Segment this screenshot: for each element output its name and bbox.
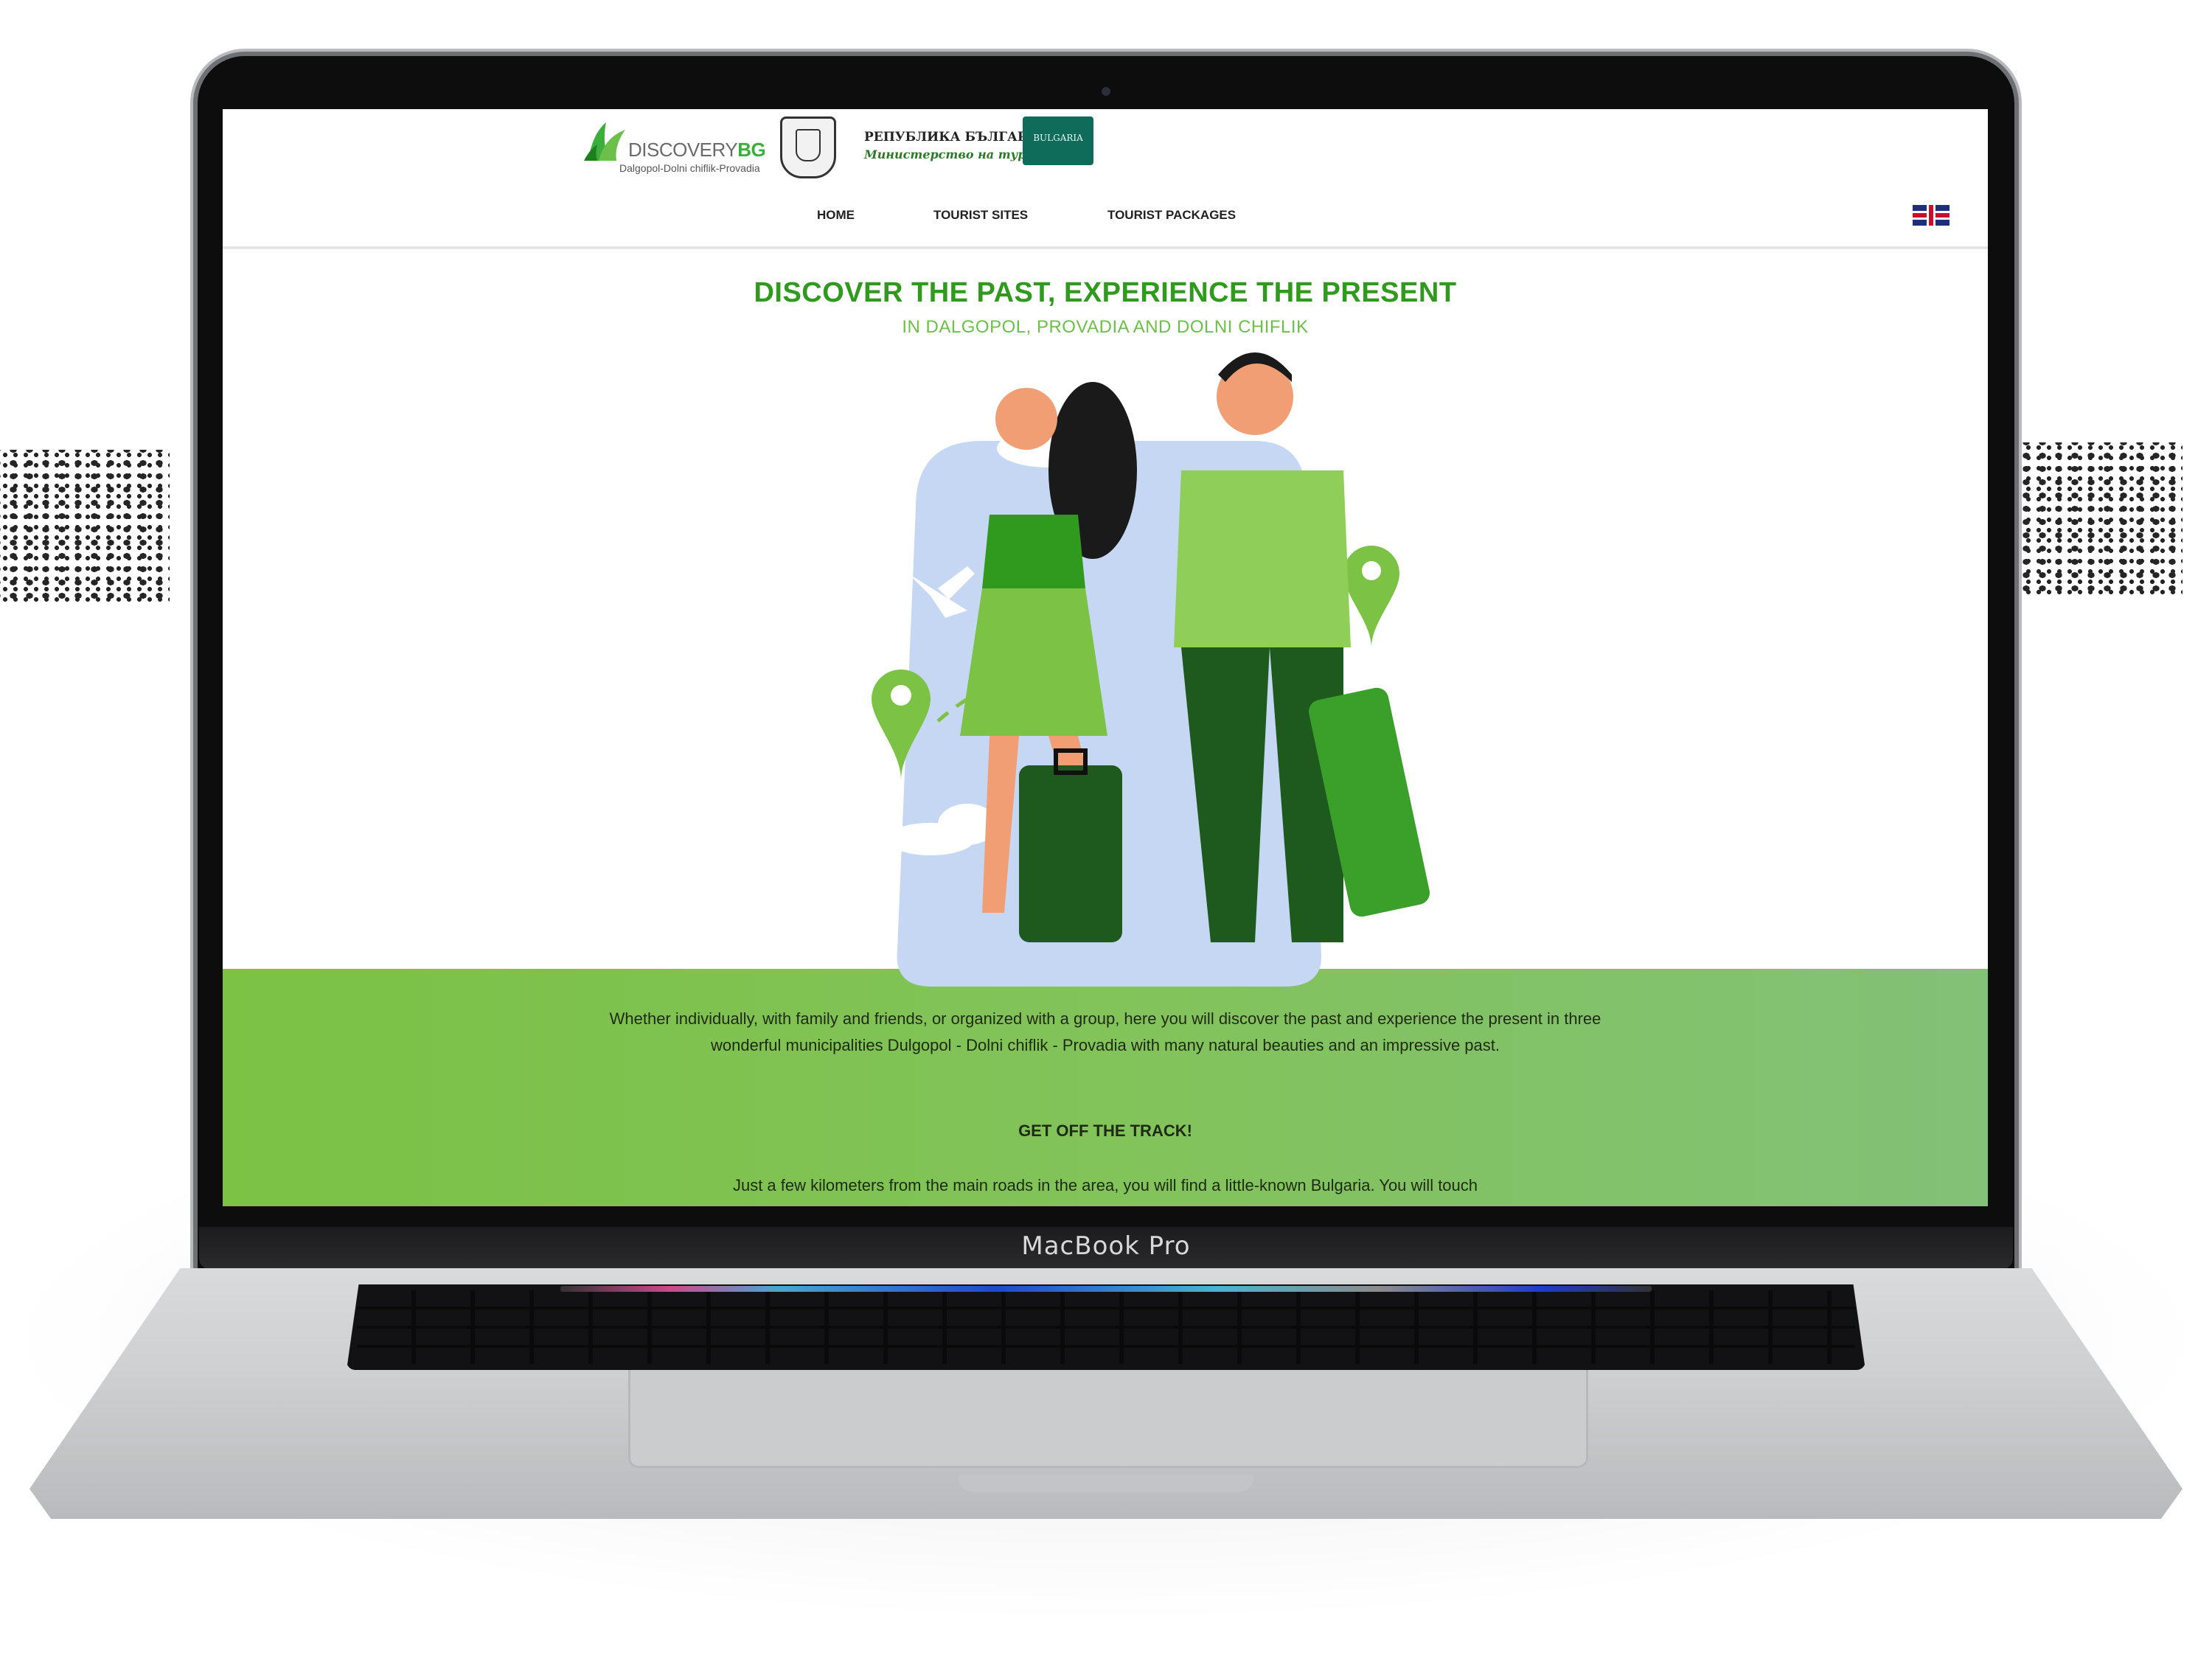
location-pin-icon [1343, 546, 1399, 647]
hero-subtitle: IN DALGOPOL, PROVADIA AND DOLNI CHIFLIK [902, 317, 1309, 337]
section-heading: GET OFF THE TRACK! [1018, 1121, 1192, 1140]
decorative-pixels-left [0, 450, 170, 605]
base-notch [959, 1475, 1253, 1492]
hero-title: DISCOVER THE PAST, EXPERIENCE THE PRESEN… [754, 277, 1457, 308]
travelers-illustration [872, 352, 1430, 987]
uk-flag-icon[interactable] [1913, 205, 1950, 226]
site-header: DISCOVERYBG Dalgopol-Dolni chiflik-Prova… [223, 109, 1988, 249]
browser-screen: DISCOVERYBG Dalgopol-Dolni chiflik-Prova… [223, 109, 1988, 1206]
suitcase-icon [1019, 765, 1122, 942]
bulgaria-tourism-badge: BULGARIA [1023, 116, 1093, 165]
nav-tourist-packages[interactable]: TOURIST PACKAGES [1107, 208, 1236, 223]
bulgaria-coat-of-arms-icon [780, 116, 836, 178]
logo-subtitle: Dalgopol-Dolni chiflik-Provadia [619, 162, 760, 174]
trackpad [628, 1370, 1588, 1468]
nav-tourist-sites[interactable]: TOURIST SITES [933, 208, 1028, 223]
touch-bar [560, 1286, 1652, 1292]
logo-wordmark: DISCOVERYBG [628, 139, 766, 161]
nav-home[interactable]: HOME [817, 208, 855, 223]
discoverybg-logo[interactable]: DISCOVERYBG Dalgopol-Dolni chiflik-Prova… [584, 118, 776, 177]
keyboard [347, 1284, 1865, 1370]
intro-paragraph: Whether individually, with family and fr… [609, 1009, 1601, 1054]
badge-text: BULGARIA [1033, 133, 1083, 143]
camera-icon [1102, 87, 1110, 96]
device-brand-label: MacBook Pro [1021, 1231, 1191, 1261]
decorative-pixels-right [2013, 442, 2183, 597]
green-content-band [223, 969, 1988, 1206]
paragraph-text: Just a few kilometers from the main road… [732, 1176, 1478, 1194]
